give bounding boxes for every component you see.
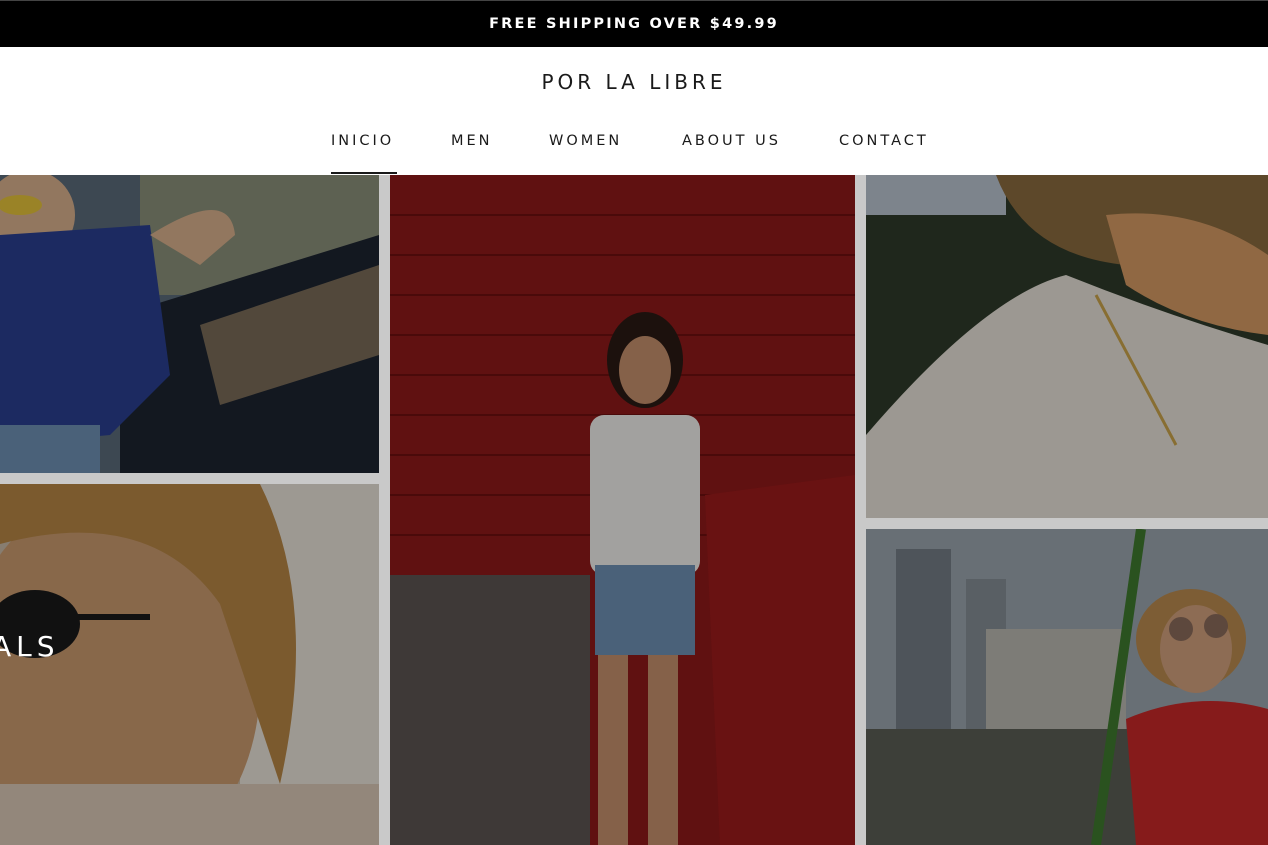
nav-item-inicio[interactable]: INICIO [331, 131, 398, 175]
collage-image-man-white-shirt[interactable] [866, 175, 1268, 518]
main-nav: INICIO MEN WOMEN ABOUT US CONTACT [0, 131, 1268, 175]
announcement-bar: FREE SHIPPING OVER $49.99 [0, 0, 1268, 47]
hero-heading: ALS [0, 630, 60, 663]
announcement-text: FREE SHIPPING OVER $49.99 [489, 16, 779, 32]
hero-collage: ALS [0, 175, 1268, 845]
nav-item-contact[interactable]: CONTACT [839, 131, 929, 175]
nav-item-about-us[interactable]: ABOUT US [682, 131, 781, 175]
nav-item-men[interactable]: MEN [451, 131, 493, 175]
nav-item-women[interactable]: WOMEN [549, 131, 622, 175]
site-logo[interactable]: POR LA LIBRE [0, 70, 1268, 94]
collage-image-man-sunglasses[interactable] [0, 484, 379, 845]
collage-image-woman-swing[interactable] [866, 529, 1268, 845]
collage-image-woman-blue-shirt[interactable] [0, 175, 379, 473]
collage-image-woman-red-wall[interactable] [390, 175, 855, 845]
